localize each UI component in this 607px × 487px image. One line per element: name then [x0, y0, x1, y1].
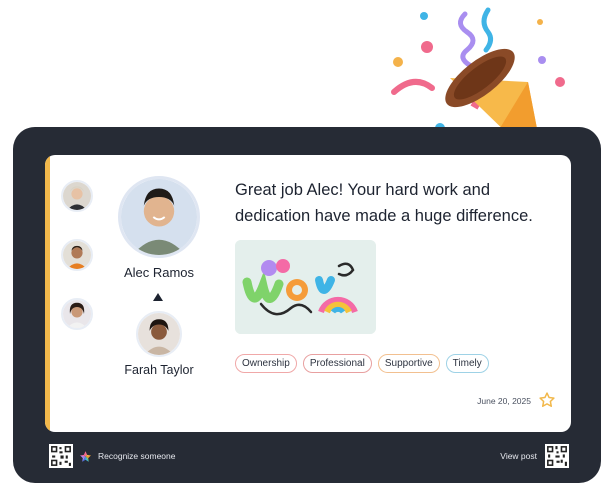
footer-view-post[interactable]: View post [500, 444, 569, 468]
recipient-avatar [118, 176, 200, 258]
arrow-up-icon [153, 293, 163, 301]
avatar[interactable] [61, 180, 93, 212]
sender-avatar [136, 311, 182, 357]
celebration-gif-image [235, 240, 376, 334]
recognition-card: Alec Ramos Farah Taylor Great job Alec! … [45, 155, 571, 432]
tag-ownership: Ownership [235, 354, 297, 373]
value-tags: Ownership Professional Supportive Timely [235, 354, 489, 373]
qr-code-icon [545, 444, 569, 468]
tag-professional: Professional [302, 354, 372, 373]
avatar[interactable] [61, 298, 93, 330]
recognition-message: Great job Alec! Your hard work and dedic… [235, 181, 533, 225]
multicolor-star-icon [80, 450, 91, 462]
recognize-someone-link[interactable]: Recognize someone [98, 451, 176, 461]
footer-recognize[interactable]: Recognize someone [49, 444, 176, 468]
view-post-link[interactable]: View post [500, 451, 537, 461]
recipient-name: Alec Ramos [123, 265, 195, 280]
card-accent-bar [45, 155, 50, 432]
sender-name: Farah Taylor [124, 363, 194, 377]
post-date: June 20, 2025 [477, 396, 531, 406]
star-icon[interactable] [538, 391, 556, 409]
tag-supportive: Supportive [377, 354, 440, 373]
tag-timely: Timely [445, 354, 489, 373]
qr-code-icon [49, 444, 73, 468]
side-avatar-list [61, 180, 97, 357]
avatar[interactable] [61, 239, 93, 271]
